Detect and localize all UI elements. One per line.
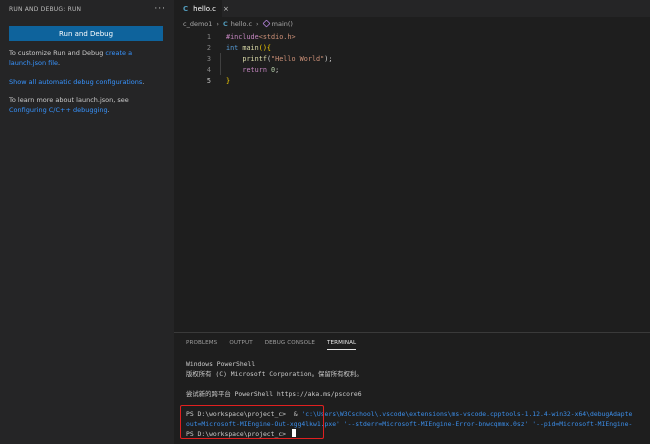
code-line[interactable]: 1 #include<stdio.h> — [174, 31, 650, 42]
code-text: int main(){ — [226, 43, 272, 52]
annotation-highlight-box — [180, 405, 324, 439]
line-number: 1 — [206, 32, 211, 41]
breadcrumb-symbol[interactable]: main() — [272, 20, 293, 28]
breadcrumb-file[interactable]: hello.c — [231, 20, 252, 28]
line-number: 2 — [206, 43, 211, 52]
line-number: 4 — [206, 65, 211, 74]
breadcrumb: c_demo1 › C hello.c › main() — [174, 17, 650, 30]
terminal-line: 尝试新的跨平台 PowerShell https://aka.ms/pscore… — [186, 390, 362, 398]
sidebar-title: RUN AND DEBUG: RUN — [9, 5, 82, 13]
code-line[interactable]: 4 return 0; — [174, 64, 650, 75]
editor-tab-bar: C hello.c × — [174, 0, 650, 17]
code-text: } — [226, 76, 231, 85]
debug-sidebar: RUN AND DEBUG: RUN ··· Run and Debug To … — [0, 0, 174, 444]
chevron-right-icon: › — [216, 19, 220, 28]
breadcrumb-folder[interactable]: c_demo1 — [183, 20, 212, 28]
run-and-debug-button[interactable]: Run and Debug — [9, 26, 163, 41]
code-line[interactable]: 5} — [174, 75, 650, 86]
more-actions-icon[interactable]: ··· — [154, 4, 166, 14]
show-all-text: Show all automatic debug configurations. — [9, 78, 145, 86]
terminal-line: Windows PowerShell — [186, 360, 256, 368]
show-all-configurations-link[interactable]: Show all automatic debug configurations — [9, 78, 142, 86]
sidebar-header: RUN AND DEBUG: RUN ··· — [0, 0, 174, 18]
indent-guide — [220, 53, 221, 75]
code-editor[interactable]: 1 #include<stdio.h> 2 int main(){3 printf("… — [174, 31, 650, 86]
terminal-line: 版权所有 (C) Microsoft Corporation。保留所有权利。 — [186, 370, 363, 378]
code-text: return 0; — [242, 65, 280, 74]
close-icon[interactable]: × — [223, 5, 229, 13]
tab-terminal[interactable]: TERMINAL — [327, 340, 357, 350]
chevron-right-icon: › — [256, 19, 259, 28]
tab-output[interactable]: OUTPUT — [229, 340, 252, 350]
function-icon — [262, 19, 271, 28]
code-line[interactable]: 3 printf("Hello World"); — [174, 53, 650, 64]
code-text: printf("Hello World"); — [242, 54, 333, 63]
c-file-icon: C — [223, 19, 228, 28]
code-line[interactable]: 2 int main(){ — [174, 42, 650, 53]
customize-text: To customize Run and Debug create a laun… — [9, 49, 133, 67]
tab-label: hello.c — [193, 4, 217, 13]
line-number: 3 — [206, 54, 211, 63]
tab-problems[interactable]: PROBLEMS — [186, 340, 217, 350]
c-file-icon: C — [183, 4, 189, 13]
configuring-cpp-debugging-link[interactable]: Configuring C/C++ debugging — [9, 106, 108, 114]
panel-tabs: PROBLEMS OUTPUT DEBUG CONSOLE TERMINAL — [186, 340, 368, 350]
learn-more-text: To learn more about launch.json, see Con… — [9, 96, 129, 114]
line-number: 5 — [206, 76, 211, 85]
code-text: #include<stdio.h> — [226, 32, 296, 41]
tab-hello-c[interactable]: C hello.c × — [174, 0, 229, 17]
tab-debug-console[interactable]: DEBUG CONSOLE — [265, 340, 315, 350]
